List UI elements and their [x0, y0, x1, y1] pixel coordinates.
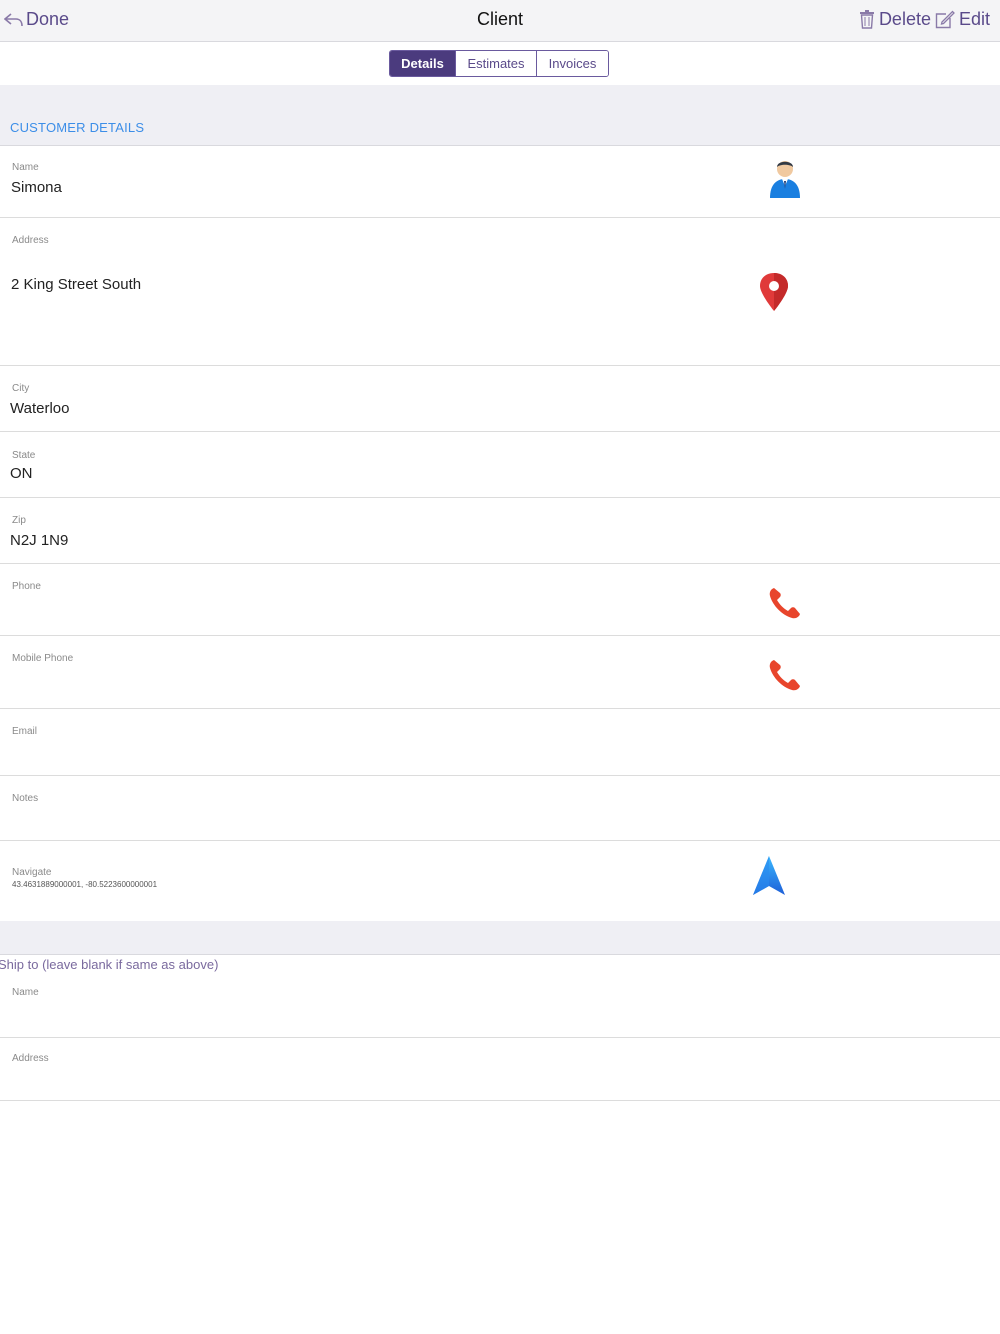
name-label: Name: [12, 162, 39, 173]
map-pin-icon[interactable]: [758, 272, 790, 312]
notes-label: Notes: [12, 793, 39, 804]
zip-label: Zip: [12, 515, 26, 526]
delete-button[interactable]: Delete: [859, 9, 931, 30]
navigation-bar: Done Client Delete Edit: [0, 0, 1000, 42]
address-value: 2 King Street South: [11, 276, 142, 293]
delete-label: Delete: [878, 9, 931, 29]
email-row[interactable]: Email: [0, 709, 1000, 776]
phone-label: Phone: [12, 581, 41, 592]
customer-section-header: CUSTOMER DETAILS: [0, 85, 1000, 146]
state-row[interactable]: State ON: [0, 432, 1000, 498]
segmented-control: Details Estimates Invoices: [389, 50, 609, 77]
ship-name-label: Name: [12, 987, 39, 998]
edit-button[interactable]: Edit: [935, 9, 990, 30]
trash-icon: [859, 10, 874, 29]
customer-section-title: CUSTOMER DETAILS: [10, 120, 145, 135]
mobile-phone-row[interactable]: Mobile Phone: [0, 636, 1000, 709]
edit-label: Edit: [958, 9, 990, 29]
phone-row[interactable]: Phone: [0, 564, 1000, 636]
address-label: Address: [12, 235, 49, 246]
address-row[interactable]: Address 2 King Street South: [0, 218, 1000, 366]
person-icon[interactable]: [768, 158, 802, 200]
name-value: Simona: [11, 179, 62, 196]
tab-details[interactable]: Details: [390, 51, 455, 76]
phone-icon[interactable]: [768, 658, 802, 692]
email-label: Email: [12, 726, 38, 737]
edit-icon: [935, 10, 955, 29]
name-row[interactable]: Name Simona: [0, 146, 1000, 218]
navigate-coordinates: 43.4631889000001, -80.5223600000001: [12, 880, 158, 889]
navigate-label: Navigate: [12, 867, 52, 878]
ship-section-title: Ship to (leave blank if same as above): [0, 957, 219, 972]
city-row[interactable]: City Waterloo: [0, 366, 1000, 432]
mobile-phone-label: Mobile Phone: [12, 653, 74, 664]
page-title: Client: [476, 9, 524, 29]
ship-address-row[interactable]: Address: [0, 1038, 1000, 1101]
navigation-arrow-icon[interactable]: [752, 855, 786, 897]
city-label: City: [12, 383, 30, 394]
state-label: State: [12, 450, 36, 461]
zip-value: N2J 1N9: [10, 532, 69, 549]
city-value: Waterloo: [10, 400, 70, 417]
ship-name-row[interactable]: Name: [0, 975, 1000, 1038]
state-value: ON: [10, 465, 33, 482]
zip-row[interactable]: Zip N2J 1N9: [0, 498, 1000, 564]
ship-section-header: [0, 921, 1000, 955]
navigate-row[interactable]: Navigate 43.4631889000001, -80.522360000…: [0, 841, 1000, 921]
tab-estimates[interactable]: Estimates: [455, 51, 536, 76]
notes-row[interactable]: Notes: [0, 776, 1000, 841]
ship-address-label: Address: [12, 1053, 49, 1064]
tab-bar: Details Estimates Invoices: [0, 43, 1000, 85]
tab-invoices[interactable]: Invoices: [536, 51, 608, 76]
phone-icon[interactable]: [768, 586, 802, 620]
